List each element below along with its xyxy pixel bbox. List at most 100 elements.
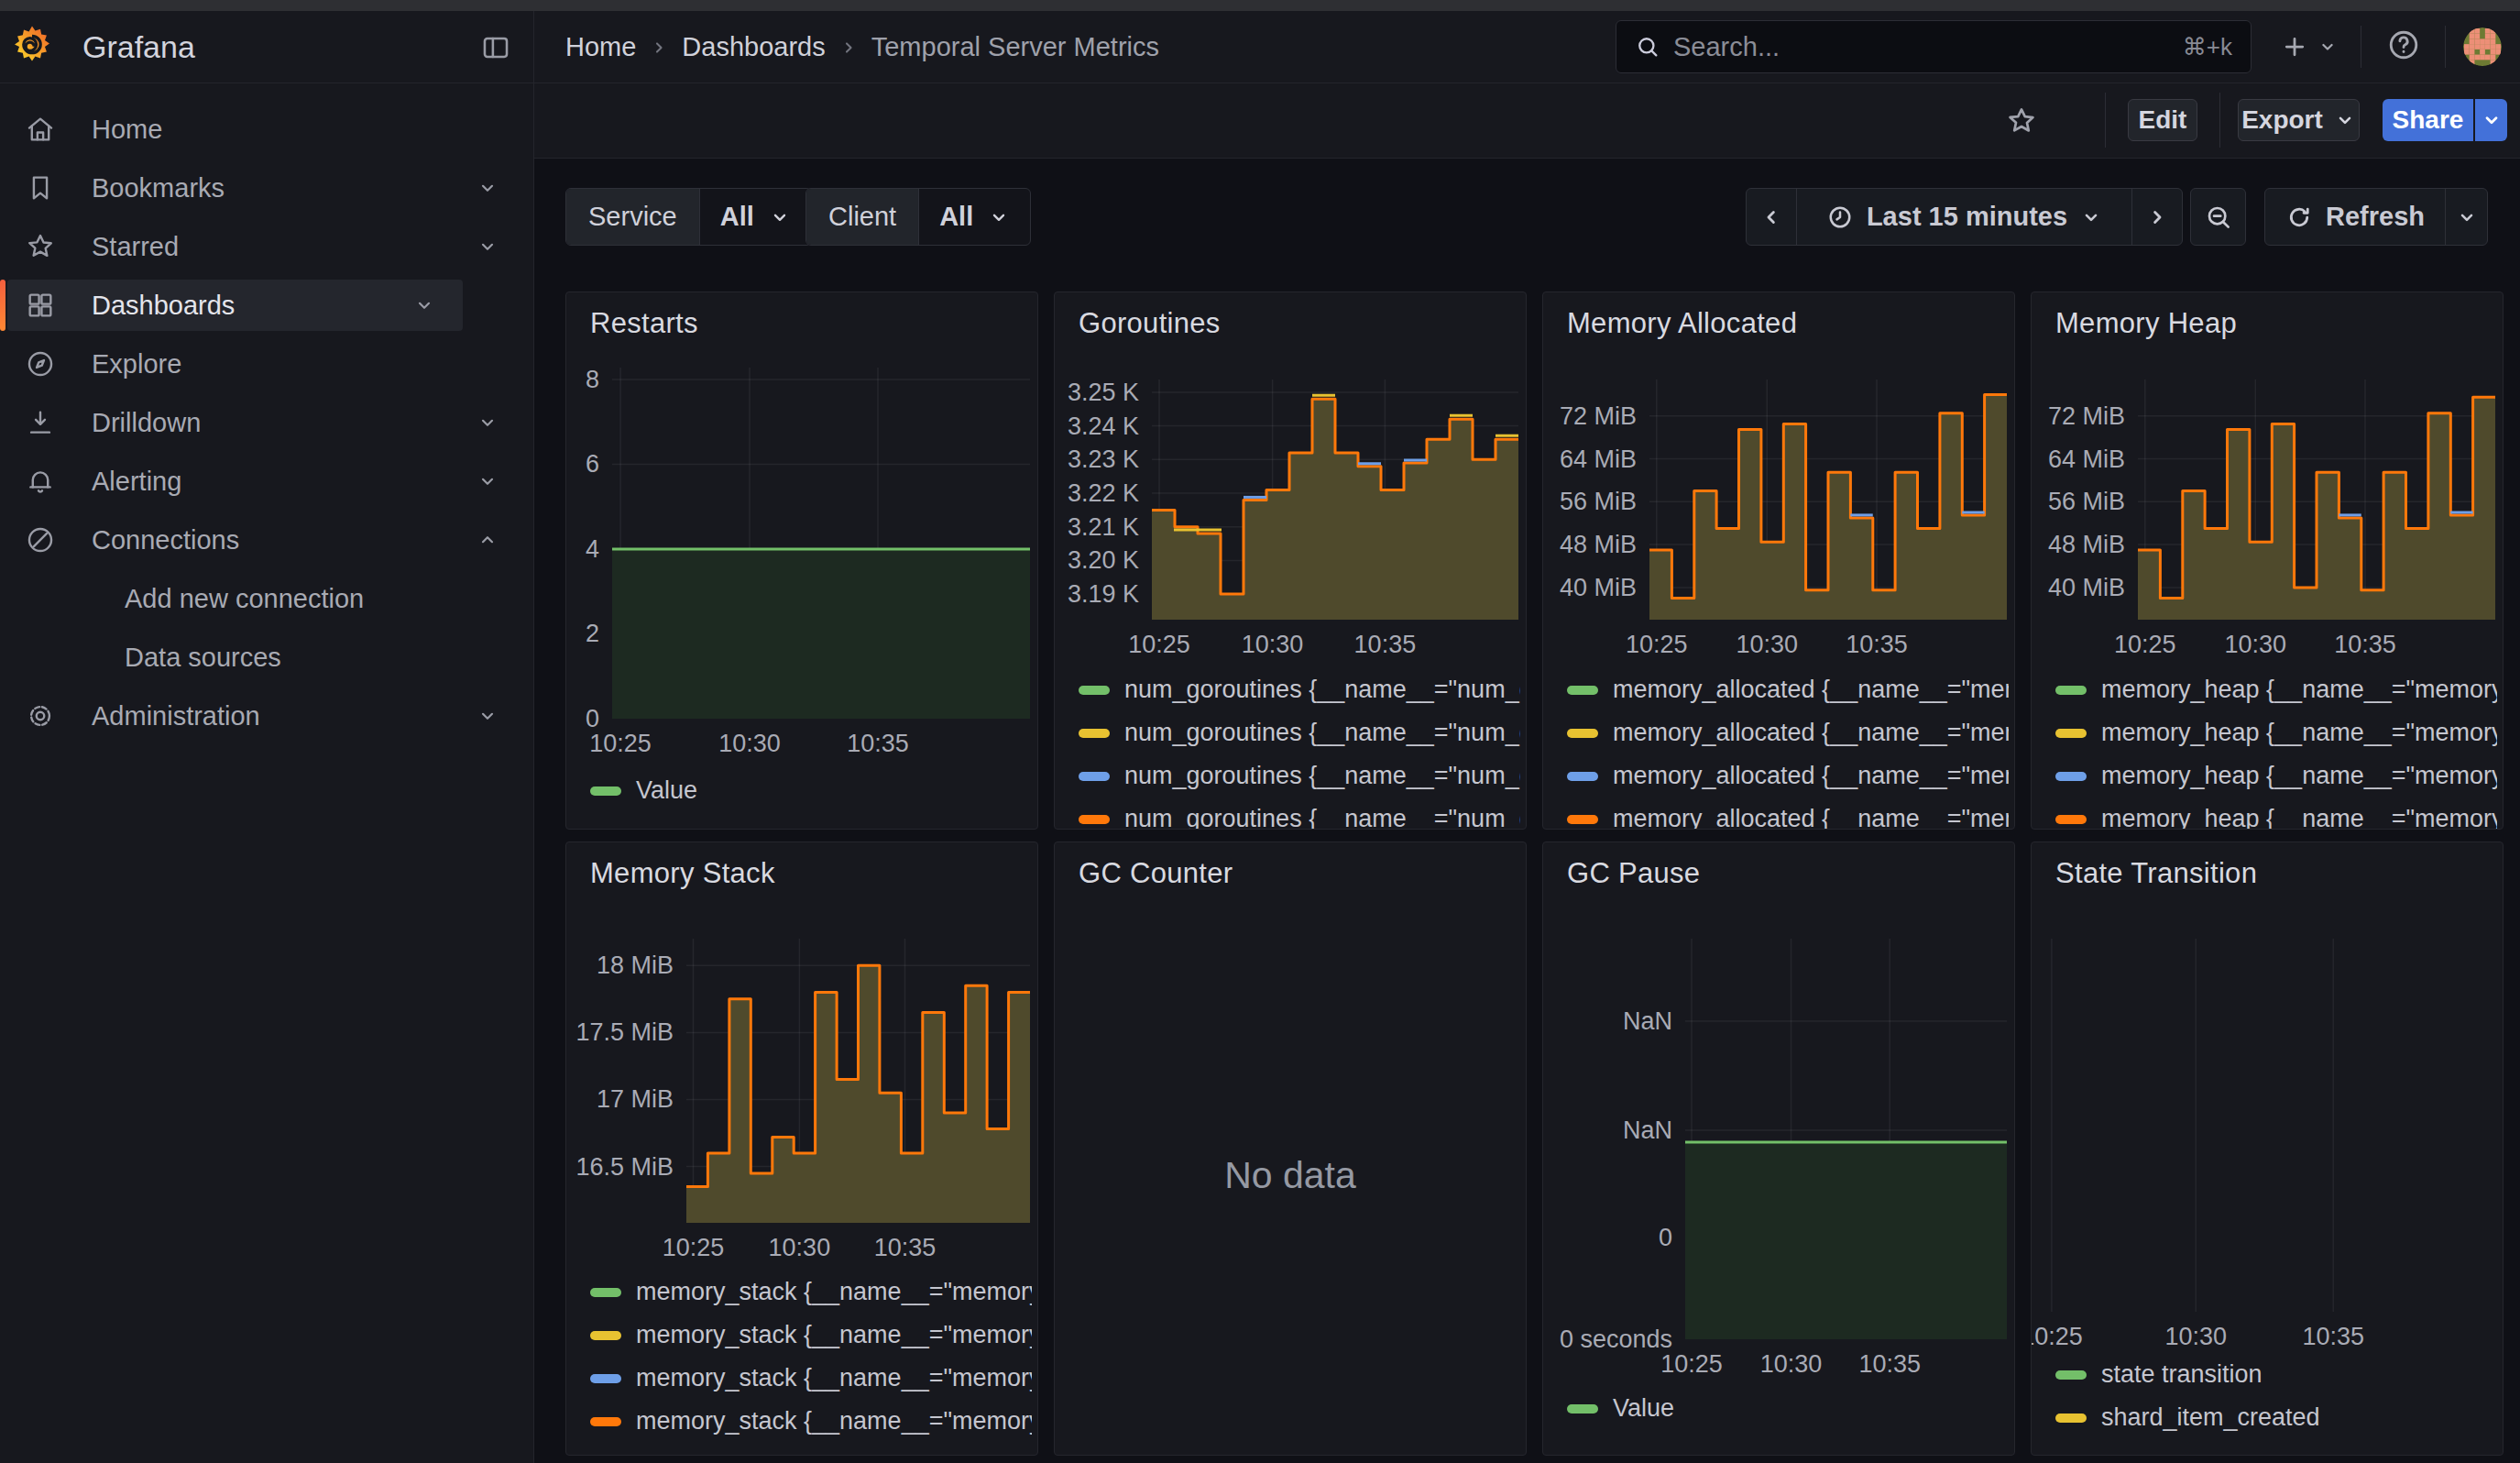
chevron-down-icon[interactable] [477,412,499,434]
legend-item[interactable]: num_goroutines {__name__="num_goroutines… [1079,711,1520,754]
refresh-button[interactable]: Refresh [2265,189,2445,245]
legend-label: memory_allocated {__name__="memory_alloc… [1613,805,2009,830]
sidebar-item-home[interactable]: Home [7,104,526,155]
legend-item[interactable]: memory_heap {__name__="memory_heap" [2055,711,2497,754]
chart[interactable] [2039,939,2495,1312]
legend-item[interactable]: memory_allocated {__name__="memory_alloc… [1567,754,2009,798]
legend-swatch [2055,815,2087,824]
sidebar-item-drilldown[interactable]: Drilldown [7,397,526,448]
panel-title[interactable]: State Transition [2055,857,2257,890]
chevron-down-icon[interactable] [413,294,435,316]
edit-button[interactable]: Edit [2128,99,2197,141]
chevron-down-icon [2317,37,2338,57]
panel-title[interactable]: Memory Heap [2055,307,2237,340]
panel-title[interactable]: Goroutines [1079,307,1221,340]
chart[interactable] [2138,380,2495,620]
y-axis-label: 3.20 K [1055,546,1139,574]
chevron-up-icon[interactable] [477,529,499,551]
y-axis-label: 56 MiB [2032,488,2125,515]
favorite-star-icon[interactable] [2005,104,2038,138]
legend-item[interactable]: num_goroutines {__name__="num_goroutines… [1079,754,1520,798]
filter-value-dropdown[interactable]: All [700,189,811,245]
legend-item[interactable]: memory_stack {__name__="memory_stack" [590,1314,1032,1357]
chevron-down-icon[interactable] [477,705,499,727]
chart[interactable] [1649,380,2007,620]
panel-title[interactable]: Restarts [590,307,698,340]
chart[interactable] [612,368,1030,719]
search-input[interactable]: Search... ⌘+k [1616,20,2252,73]
sidebar-item-add-new-connection[interactable]: Add new connection [7,573,526,624]
header-brand-section [0,11,534,83]
zoom-out-button[interactable] [2190,188,2246,246]
y-axis-label: 72 MiB [1543,402,1637,430]
share-dropdown-button[interactable] [2475,99,2507,141]
legend-item[interactable]: num_goroutines {__name__="num_goroutines… [1079,798,1520,830]
export-button[interactable]: Export [2238,99,2360,141]
breadcrumb-item[interactable]: Home [565,32,636,62]
chevron-down-icon[interactable] [477,236,499,258]
chart[interactable] [686,939,1030,1223]
sidebar-item-data-sources[interactable]: Data sources [7,632,526,683]
panel-title[interactable]: GC Pause [1567,857,1700,890]
sidebar-item-label: Add new connection [125,584,364,614]
legend-item[interactable]: Value [1567,1387,2009,1430]
legend-item[interactable]: memory_stack {__name__="memory_stack" [590,1270,1032,1314]
panel-title[interactable]: Memory Stack [590,857,775,890]
sidebar-item-explore[interactable]: Explore [7,338,526,390]
time-back-button[interactable] [1747,189,1796,245]
panel-title[interactable]: GC Counter [1079,857,1233,890]
breadcrumb-separator-icon [649,38,669,58]
legend-label: memory_allocated {__name__="memory_alloc… [1613,719,2009,747]
breadcrumb: HomeDashboardsTemporal Server Metrics [565,11,1159,83]
filter-value-dropdown[interactable]: All [919,189,1030,245]
time-range-label: Last 15 minutes [1867,202,2067,232]
sidebar-item-alerting[interactable]: Alerting [7,456,526,507]
chevron-down-icon[interactable] [477,177,499,199]
add-new-button[interactable] [2269,22,2350,72]
legend-item[interactable]: state transition [2055,1353,2497,1396]
sidebar-item-administration[interactable]: Administration [7,690,526,742]
sidebar-item-starred[interactable]: Starred [7,221,526,272]
bell-icon [24,466,57,497]
sidebar-item-label: Home [92,115,162,145]
x-axis-label: 10:25 [663,1234,725,1262]
compass-icon [24,348,57,380]
sidebar-collapse-icon[interactable] [480,32,511,63]
legend-swatch [590,1417,621,1426]
help-icon[interactable] [2386,28,2421,62]
legend-item[interactable]: memory_stack {__name__="memory_stack" [590,1400,1032,1443]
legend-item[interactable]: shard_item_created [2055,1396,2497,1439]
legend-item[interactable]: memory_stack {__name__="memory_stack" [590,1357,1032,1400]
chart[interactable] [1685,939,2007,1339]
y-axis-label: 40 MiB [1543,574,1637,601]
avatar[interactable] [2463,28,2502,66]
legend-swatch [2055,1370,2087,1380]
time-forward-button[interactable] [2131,189,2182,245]
legend-item[interactable]: Value [590,769,1032,812]
y-axis-label: 64 MiB [2032,446,2125,473]
sidebar-item-bookmarks[interactable]: Bookmarks [7,162,526,214]
sidebar-item-dashboards[interactable]: Dashboards [7,280,463,331]
sidebar-item-label: Bookmarks [92,173,225,204]
breadcrumb-item[interactable]: Dashboards [682,32,825,62]
refresh-interval-button[interactable] [2445,189,2487,245]
legend-item[interactable]: memory_allocated {__name__="memory_alloc… [1567,668,2009,711]
share-button[interactable]: Share [2383,99,2473,141]
panel-title[interactable]: Memory Allocated [1567,307,1797,340]
legend-item[interactable]: memory_allocated {__name__="memory_alloc… [1567,798,2009,830]
time-range-button[interactable]: Last 15 minutes [1796,189,2131,245]
y-axis-label: 4 [566,535,599,563]
legend-item[interactable]: memory_heap {__name__="memory_heap" [2055,668,2497,711]
toolbar-divider [2219,93,2220,148]
legend-item[interactable]: memory_heap {__name__="memory_heap" [2055,798,2497,830]
legend-label: memory_allocated {__name__="memory_alloc… [1613,676,2009,704]
chart[interactable] [1152,380,1518,620]
legend-item[interactable]: memory_heap {__name__="memory_heap" [2055,754,2497,798]
legend-item[interactable]: memory_allocated {__name__="memory_alloc… [1567,711,2009,754]
sidebar-item-connections[interactable]: Connections [7,514,526,566]
chevron-down-icon[interactable] [477,470,499,492]
legend-item[interactable]: num_goroutines {__name__="num_goroutines… [1079,668,1520,711]
sidebar-item-label: Dashboards [92,291,235,321]
clock-icon [1826,204,1854,231]
filter-client: ClientAll [805,188,1031,246]
